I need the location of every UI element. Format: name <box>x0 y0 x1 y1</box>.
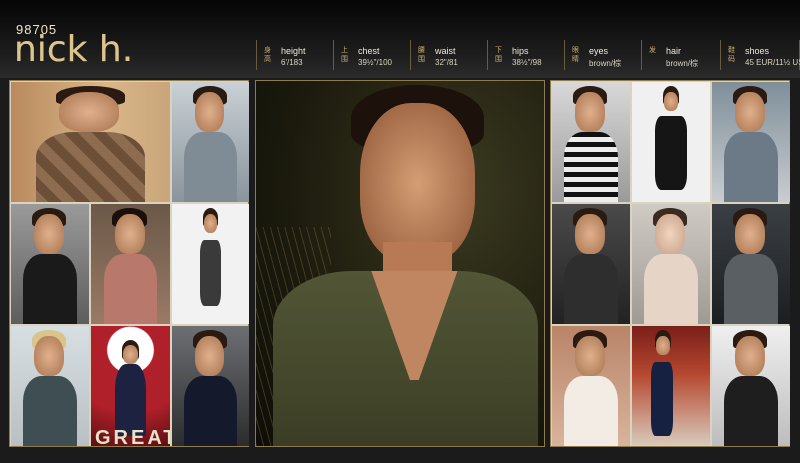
stat-value: 6'/183 <box>281 58 303 67</box>
stat-cn-label: 鞋码 <box>728 47 735 63</box>
stat-label: hips <box>512 46 529 56</box>
stat-shoes: 鞋码 shoes 45 EUR/11½ US <box>720 40 800 70</box>
right-photo-grid <box>551 81 790 446</box>
stat-label: hair <box>666 46 682 56</box>
photo-tile[interactable]: GREAT <box>91 326 170 446</box>
stat-cn-label: 发 <box>649 47 656 54</box>
stat-chest: 上围 chest 39½"/100 <box>333 40 410 70</box>
stat-value: 45 EUR/11½ US <box>745 58 800 67</box>
stat-height: 身高 height 6'/183 <box>256 40 333 70</box>
stat-hair: 发 hair brown/棕 <box>641 40 720 70</box>
photo-tile[interactable] <box>632 204 710 324</box>
stat-value: 38½"/98 <box>512 58 542 67</box>
stat-label: eyes <box>589 46 609 56</box>
photo-tile[interactable] <box>172 326 249 446</box>
stat-waist: 腰围 waist 32"/81 <box>410 40 487 70</box>
stat-eyes: 眼睛 eyes brown/棕 <box>564 40 641 70</box>
stat-cn-label: 身高 <box>264 47 271 63</box>
photo-tile[interactable] <box>552 82 630 202</box>
stat-value: 39½"/100 <box>358 58 392 67</box>
stat-label: shoes <box>745 46 770 56</box>
stat-label: height <box>281 46 306 56</box>
stat-cn-label: 眼睛 <box>572 47 579 63</box>
photo-tile[interactable] <box>552 326 630 446</box>
stat-cn-label: 上围 <box>341 47 348 63</box>
photo-tile[interactable] <box>712 204 790 324</box>
photo-tile[interactable] <box>11 204 89 324</box>
stat-cn-label: 腰围 <box>418 47 425 63</box>
photo-caption: GREAT <box>95 427 170 446</box>
center-photo-panel <box>255 80 545 447</box>
left-photo-panel: GREAT <box>9 80 249 447</box>
right-photo-panel <box>550 80 790 447</box>
stats-bar: 身高 height 6'/183 上围 chest 39½"/100 腰围 wa… <box>256 40 800 70</box>
photo-tile[interactable] <box>552 204 630 324</box>
stat-value: brown/棕 <box>666 59 699 68</box>
photo-tile[interactable] <box>632 326 710 446</box>
stat-value: 32"/81 <box>435 58 458 67</box>
stat-value: brown/棕 <box>589 59 622 68</box>
stat-label: chest <box>358 46 380 56</box>
hero-photo[interactable] <box>256 81 544 446</box>
stat-label: waist <box>435 46 456 56</box>
left-photo-grid: GREAT <box>10 81 249 446</box>
photo-tile[interactable] <box>632 82 710 202</box>
photo-tile[interactable] <box>11 326 89 446</box>
header: 98705 nick h. 身高 height 6'/183 上围 chest … <box>0 0 800 78</box>
photo-tile[interactable] <box>712 326 790 446</box>
photo-tile[interactable] <box>91 204 170 324</box>
photo-tile[interactable] <box>11 82 170 202</box>
stat-hips: 下围 hips 38½"/98 <box>487 40 564 70</box>
stat-cn-label: 下围 <box>495 47 502 63</box>
photo-tile[interactable] <box>712 82 790 202</box>
model-name: nick h. <box>14 29 134 70</box>
photo-tile[interactable] <box>172 82 249 202</box>
photo-tile[interactable] <box>172 204 249 324</box>
